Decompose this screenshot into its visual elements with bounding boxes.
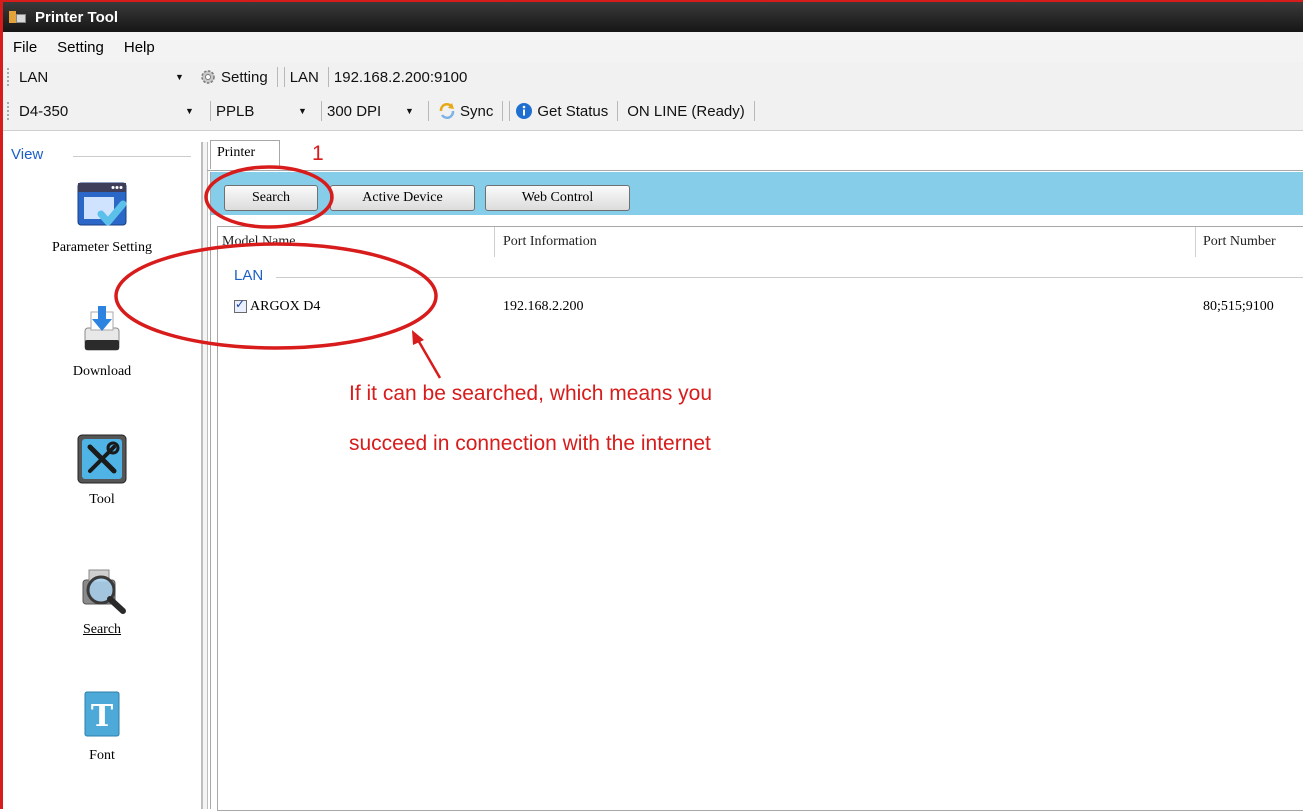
printer-toolbar: D4-350 ▼ PPLB ▼ 300 DPI ▼ Sync Get Statu… — [3, 92, 1303, 131]
group-divider — [276, 277, 1303, 278]
device-model-name[interactable]: ARGOX D4 — [250, 299, 320, 315]
column-header-model-name[interactable]: Model Name — [222, 227, 295, 257]
sidebar-item-search[interactable]: Search — [3, 562, 201, 638]
view-sidebar: View Parameter Setting Download Tool Sea… — [3, 142, 202, 809]
model-select[interactable]: D4-350 ▼ — [19, 103, 205, 120]
port-type-label: LAN — [289, 68, 319, 86]
column-header-port-number[interactable]: Port Number — [1203, 227, 1276, 257]
toolbar-grip[interactable] — [7, 68, 13, 86]
tools-icon — [75, 432, 129, 486]
address-label: 192.168.2.200:9100 — [333, 68, 468, 86]
device-checkbox[interactable] — [234, 297, 247, 313]
window-title: Printer Tool — [35, 8, 119, 26]
sidebar-item-label: Tool — [89, 492, 115, 507]
annotation-note-line-1: If it can be searched, which means you — [349, 382, 713, 405]
chevron-down-icon: ▼ — [298, 106, 307, 116]
device-port-information: 192.168.2.200 — [503, 299, 584, 314]
menu-file[interactable]: File — [3, 39, 47, 56]
search-printer-icon — [75, 562, 129, 616]
get-status-button[interactable]: Get Status — [511, 102, 612, 120]
action-bar: Search Active Device Web Control — [211, 172, 1303, 215]
active-device-button[interactable]: Active Device — [330, 185, 475, 211]
printer-download-icon — [75, 304, 129, 358]
device-list: Model Name Port Information Port Number … — [217, 226, 1303, 811]
language-select[interactable]: PPLB ▼ — [216, 103, 316, 120]
sidebar-item-label: Search — [82, 622, 122, 637]
group-header-lan: LAN — [234, 267, 264, 284]
chevron-down-icon: ▼ — [185, 106, 194, 116]
view-header: View — [11, 146, 44, 163]
tab-printer[interactable]: Printer — [210, 140, 280, 169]
menu-bar: File Setting Help — [3, 32, 1303, 62]
annotation-step-number: 1 — [312, 142, 324, 165]
toolbar-grip[interactable] — [7, 102, 13, 120]
column-header-port-information[interactable]: Port Information — [503, 227, 597, 257]
gear-icon — [201, 70, 215, 84]
sidebar-item-parameter-setting[interactable]: Parameter Setting — [3, 180, 201, 256]
printer-status-text: ON LINE (Ready) — [627, 102, 745, 120]
title-bar: Printer Tool — [3, 2, 1303, 32]
sidebar-item-font[interactable]: T Font — [3, 688, 201, 764]
web-control-button[interactable]: Web Control — [485, 185, 630, 211]
search-button[interactable]: Search — [224, 185, 318, 211]
tab-strip: Printer — [207, 140, 1303, 171]
sidebar-item-label: Parameter Setting — [52, 240, 152, 255]
info-icon — [516, 103, 533, 119]
port-select[interactable]: LAN ▼ — [19, 69, 195, 86]
sidebar-item-tool[interactable]: Tool — [3, 432, 201, 508]
view-header-divider — [73, 156, 191, 157]
font-icon: T — [75, 688, 129, 742]
annotation-note-line-2: succeed in connection with the internet — [349, 432, 711, 455]
svg-text:T: T — [91, 699, 114, 734]
printer-panel: Search Active Device Web Control Model N… — [210, 172, 1303, 811]
sidebar-item-label: Font — [89, 748, 115, 763]
setting-button[interactable]: Setting — [195, 68, 272, 86]
chevron-down-icon: ▼ — [175, 72, 184, 82]
sidebar-item-download[interactable]: Download — [3, 304, 201, 380]
sync-button[interactable]: Sync — [434, 102, 497, 120]
parameter-setting-icon — [75, 180, 129, 234]
main-content: Printer 1 Search Active Device Web Contr… — [207, 140, 1303, 811]
sync-icon — [439, 103, 455, 119]
menu-setting[interactable]: Setting — [47, 39, 114, 56]
device-port-number: 80;515;9100 — [1203, 299, 1274, 314]
menu-help[interactable]: Help — [114, 39, 165, 56]
chevron-down-icon: ▼ — [405, 106, 414, 116]
dpi-select[interactable]: 300 DPI ▼ — [327, 103, 423, 120]
printer-tool-app-icon — [9, 9, 27, 25]
connection-toolbar: LAN ▼ Setting LAN 192.168.2.200:9100 — [3, 62, 1303, 93]
sidebar-item-label: Download — [72, 364, 132, 379]
